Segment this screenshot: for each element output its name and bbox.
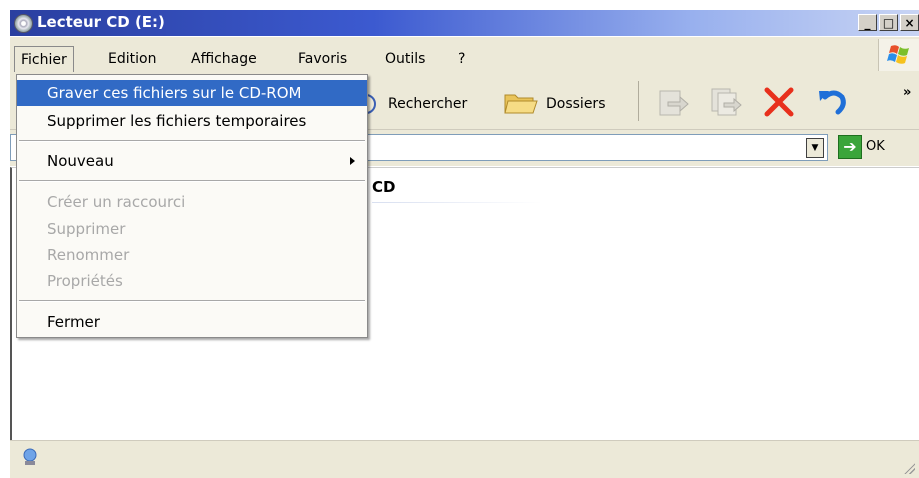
menu-item-new[interactable]: Nouveau <box>17 148 367 174</box>
title-bar: Lecteur CD (E:) _ □ × <box>10 10 919 36</box>
go-button[interactable]: OK <box>866 139 885 154</box>
status-bar <box>10 440 919 478</box>
menu-fichier[interactable]: Fichier <box>14 46 74 72</box>
move-to-icon[interactable] <box>654 85 690 119</box>
menu-outils[interactable]: Outils <box>385 51 425 67</box>
delete-icon[interactable] <box>762 85 796 119</box>
menu-item-create-shortcut: Créer un raccourci <box>47 193 186 211</box>
menu-item-delete: Supprimer <box>47 220 126 238</box>
folders-button[interactable]: Dossiers <box>546 96 606 112</box>
menu-item-properties: Propriétés <box>47 272 123 290</box>
menu-separator <box>19 180 365 182</box>
computer-icon <box>22 447 38 467</box>
window-title: Lecteur CD (E:) <box>37 13 165 31</box>
cd-section-header: CD <box>372 178 396 196</box>
menu-item-delete-temp-files[interactable]: Supprimer les fichiers temporaires <box>17 108 367 134</box>
menu-favoris[interactable]: Favoris <box>298 51 347 67</box>
cd-drive-icon <box>14 14 33 33</box>
search-button[interactable]: Rechercher <box>388 96 467 112</box>
menu-item-burn-cd[interactable]: Graver ces fichiers sur le CD-ROM <box>17 80 367 106</box>
folders-icon[interactable] <box>503 87 539 117</box>
menu-edition[interactable]: Edition <box>108 51 156 67</box>
menu-bar: Fichier Edition Affichage Favoris Outils… <box>10 37 919 74</box>
submenu-arrow-icon <box>350 157 355 165</box>
toolbar-overflow-chevron[interactable]: » <box>903 85 911 100</box>
close-button[interactable]: × <box>900 14 919 31</box>
maximize-button[interactable]: □ <box>879 14 898 31</box>
windows-logo-icon <box>878 39 919 71</box>
menu-help[interactable]: ? <box>458 51 465 67</box>
resize-grip[interactable] <box>903 462 915 474</box>
menu-affichage[interactable]: Affichage <box>191 51 257 67</box>
menu-item-rename: Renommer <box>47 246 130 264</box>
file-menu-dropdown: Graver ces fichiers sur le CD-ROM Suppri… <box>16 74 368 338</box>
go-arrow-icon[interactable]: ➔ <box>838 135 862 159</box>
toolbar-separator <box>638 81 639 121</box>
copy-to-icon[interactable] <box>708 85 744 119</box>
menu-separator <box>19 300 365 302</box>
undo-icon[interactable] <box>816 85 850 119</box>
minimize-button[interactable]: _ <box>858 14 877 31</box>
menu-item-close[interactable]: Fermer <box>17 309 367 335</box>
address-dropdown-button[interactable]: ▼ <box>806 138 824 158</box>
section-underline <box>372 202 542 203</box>
menu-separator <box>19 140 365 142</box>
